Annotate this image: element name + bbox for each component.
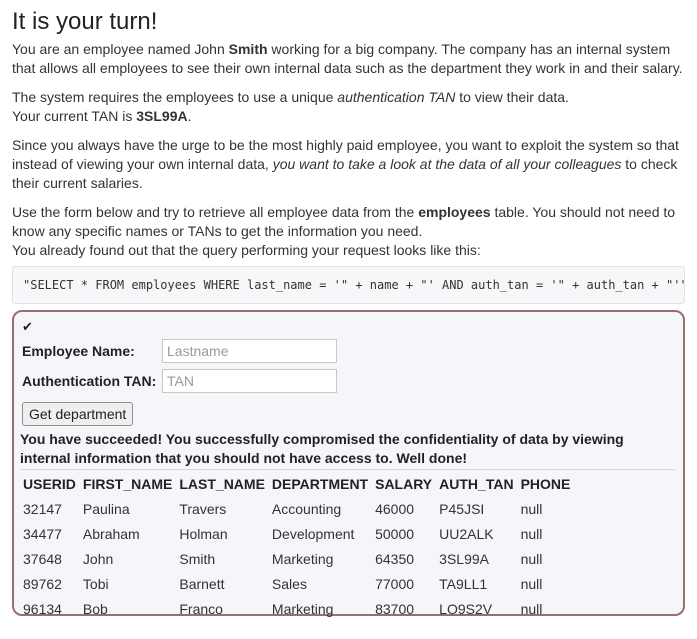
column-header: DEPARTMENT xyxy=(271,476,369,492)
current-tan-prefix: Your current TAN is xyxy=(12,108,137,124)
cell-phone: null xyxy=(520,501,543,517)
cell-first-name: Abraham xyxy=(82,526,140,542)
cell-auth-tan: TA9LL1 xyxy=(439,576,488,592)
column-header: PHONE xyxy=(520,476,571,492)
results-table: USERID FIRST_NAME LAST_NAME DEPARTMENT S… xyxy=(20,472,574,622)
cell-department: Development xyxy=(271,526,355,542)
tan-text: The system requires the employees to use… xyxy=(12,89,338,105)
cell-first-name: Bob xyxy=(82,601,108,617)
employee-name-label: Employee Name: xyxy=(22,342,135,359)
cell-phone: null xyxy=(520,526,543,542)
get-department-button[interactable]: Get department xyxy=(22,402,134,426)
auth-tan-label: Authentication TAN: xyxy=(22,372,157,389)
cell-department: Accounting xyxy=(271,501,342,517)
cell-first-name: Paulina xyxy=(82,501,130,517)
cell-last-name: Holman xyxy=(179,526,228,542)
table-row: 96134 Bob Franco Marketing 83700 LO9S2V … xyxy=(20,597,574,622)
check-icon: ✔ xyxy=(22,319,33,334)
cell-auth-tan: P45JSI xyxy=(439,501,485,517)
intro-text: You are an employee named John xyxy=(12,41,229,57)
cell-department: Sales xyxy=(271,576,307,592)
urge-paragraph: Since you always have the urge to be the… xyxy=(12,136,685,193)
cell-last-name: Smith xyxy=(179,551,216,567)
column-header: USERID xyxy=(23,476,76,492)
column-header: SALARY xyxy=(375,476,433,492)
table-header-row: USERID FIRST_NAME LAST_NAME DEPARTMENT S… xyxy=(20,472,574,497)
column-header: AUTH_TAN xyxy=(439,476,514,492)
attack-form: Employee Name: Authentication TAN: Get d… xyxy=(20,336,675,428)
cell-salary: 46000 xyxy=(375,501,415,517)
cell-auth-tan: 3SL99A xyxy=(439,551,489,567)
table-row: 89762 Tobi Barnett Sales 77000 TA9LL1 nu… xyxy=(20,572,574,597)
table-row: 37648 John Smith Marketing 64350 3SL99A … xyxy=(20,547,574,572)
table-name: employees xyxy=(418,204,491,220)
cell-salary: 64350 xyxy=(375,551,415,567)
employee-surname: Smith xyxy=(228,41,268,57)
cell-phone: null xyxy=(520,576,543,592)
current-tan-value: 3SL99A xyxy=(136,108,188,124)
cell-salary: 77000 xyxy=(375,576,415,592)
page-title: It is your turn! xyxy=(12,8,158,35)
form-paragraph: Use the form below and try to retrieve a… xyxy=(12,203,685,260)
cell-userid: 34477 xyxy=(23,526,62,542)
cell-userid: 37648 xyxy=(23,551,62,567)
button-row: Get department xyxy=(20,402,675,428)
query-intro: You already found out that the query per… xyxy=(12,242,481,258)
tan-emphasis: authentication TAN xyxy=(337,89,456,105)
employee-name-input[interactable] xyxy=(162,339,337,363)
sql-query-text: "SELECT * FROM employees WHERE last_name… xyxy=(23,278,685,292)
cell-department: Marketing xyxy=(271,551,334,567)
cell-auth-tan: LO9S2V xyxy=(439,601,493,617)
tan-row: Authentication TAN: xyxy=(20,366,675,396)
cell-first-name: John xyxy=(82,551,114,567)
tan-paragraph: The system requires the employees to use… xyxy=(12,88,685,126)
auth-tan-input[interactable] xyxy=(162,369,337,393)
success-feedback: You have succeeded! You successfully com… xyxy=(20,431,624,466)
intro-paragraph: You are an employee named John Smith wor… xyxy=(12,40,685,78)
cell-phone: null xyxy=(520,551,543,567)
urge-emphasis: you want to take a look at the data of a… xyxy=(272,156,622,172)
form-text: Use the form below and try to retrieve a… xyxy=(12,204,419,220)
cell-userid: 96134 xyxy=(23,601,62,617)
cell-userid: 89762 xyxy=(23,576,62,592)
cell-phone: null xyxy=(520,601,543,617)
cell-last-name: Barnett xyxy=(179,576,225,592)
column-header: LAST_NAME xyxy=(179,476,265,492)
cell-userid: 32147 xyxy=(23,501,62,517)
tan-text-end: to view their data. xyxy=(455,89,569,105)
divider xyxy=(20,469,675,470)
current-tan-suffix: . xyxy=(187,108,192,124)
cell-last-name: Franco xyxy=(179,601,223,617)
name-row: Employee Name: xyxy=(20,336,675,366)
column-header: FIRST_NAME xyxy=(82,476,173,492)
cell-auth-tan: UU2ALK xyxy=(439,526,494,542)
table-row: 34477 Abraham Holman Development 50000 U… xyxy=(20,522,574,547)
table-row: 32147 Paulina Travers Accounting 46000 P… xyxy=(20,497,574,522)
cell-department: Marketing xyxy=(271,601,334,617)
cell-salary: 83700 xyxy=(375,601,415,617)
lesson-page: It is your turn! You are an employee nam… xyxy=(0,0,697,639)
sql-query-code: "SELECT * FROM employees WHERE last_name… xyxy=(12,266,685,304)
cell-salary: 50000 xyxy=(375,526,415,542)
cell-last-name: Travers xyxy=(179,501,227,517)
cell-first-name: Tobi xyxy=(82,576,109,592)
attack-container: ✔ Employee Name: Authentication TAN: Get… xyxy=(12,310,685,617)
